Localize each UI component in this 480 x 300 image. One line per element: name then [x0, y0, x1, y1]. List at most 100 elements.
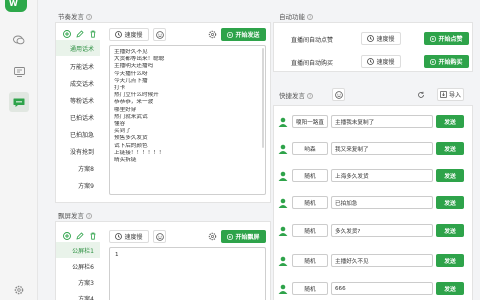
start-send-label: 开始发送 [235, 32, 260, 39]
send-button[interactable]: 发送 [436, 115, 464, 128]
clock-icon [115, 31, 123, 38]
settings-icon[interactable] [208, 30, 217, 39]
emoji-button[interactable] [153, 28, 166, 41]
script-line: 哪里好穿 [114, 106, 137, 113]
bullet-item[interactable]: 公屏栏1 [56, 242, 100, 258]
send-button[interactable]: 发送 [436, 224, 464, 237]
bullet-item[interactable]: 方案3 [56, 274, 100, 290]
bullet-textarea[interactable]: 1 [109, 247, 266, 300]
buy-speed-select[interactable]: 速度慢 [361, 55, 401, 68]
scrollbar[interactable] [262, 48, 264, 148]
category-item[interactable]: 方案9 [56, 177, 100, 193]
script-line: 热门立什么时候开 [114, 92, 159, 99]
category-item[interactable]: 没有抢到 [56, 143, 100, 159]
user-icon [278, 256, 288, 266]
monitor-icon [13, 67, 25, 77]
sidebar: W [0, 0, 38, 300]
emoji-button[interactable] [332, 88, 345, 101]
script-section-title-text: 节奏发言 [58, 13, 84, 21]
user-icon [278, 171, 288, 181]
bullet-item[interactable]: 公屏栏6 [56, 258, 100, 274]
category-item[interactable]: 已拍加急 [56, 126, 100, 142]
user-field[interactable]: 随机 [292, 254, 328, 267]
user-icon [278, 117, 288, 127]
start-bullet-label: 开始飘屏 [235, 234, 260, 241]
message-field[interactable]: 多久发货? [331, 224, 433, 237]
refresh-icon[interactable] [417, 91, 425, 99]
message-field[interactable]: 主播好久不见 [331, 254, 433, 267]
auto-buy-label: 直播间自动购买 [291, 60, 334, 67]
sidebar-item-messages[interactable] [9, 92, 29, 112]
bullet-text: 1 [115, 252, 119, 258]
bullet-section-title-text: 飘屏发言 [58, 212, 84, 220]
edit-icon[interactable] [75, 29, 85, 39]
message-field[interactable]: 666 [331, 282, 433, 295]
speed-select[interactable]: 速度慢 [109, 230, 149, 243]
message-field[interactable]: 主播我未复制了 [331, 115, 433, 128]
speed-select[interactable]: 速度慢 [109, 28, 149, 41]
sidebar-item-monitor[interactable] [9, 62, 29, 82]
category-item[interactable]: 万能话术 [56, 58, 100, 74]
start-buy-button[interactable]: 开始购买 [424, 55, 469, 68]
user-field[interactable]: 随机 [292, 196, 328, 209]
user-field[interactable]: 嗄阳一路直 [292, 115, 328, 128]
sidebar-item-chat[interactable] [9, 30, 29, 50]
start-bullet-button[interactable]: 开始飘屏 [221, 230, 266, 243]
play-icon [227, 233, 234, 240]
message-field[interactable]: 已拍加急 [331, 196, 433, 209]
quick-section-title: 快捷发言? [279, 90, 313, 100]
bullet-item[interactable]: 方案4 [56, 290, 100, 300]
app-logo-text: W [9, 0, 18, 8]
user-field[interactable]: 随机 [292, 169, 328, 182]
auto-section-title: 自动功能? [279, 11, 313, 21]
like-speed-select[interactable]: 速度慢 [361, 32, 401, 45]
help-icon: ? [86, 14, 92, 20]
play-icon [227, 31, 234, 38]
script-line: 预售多久发货 [114, 135, 148, 142]
delete-icon[interactable] [88, 29, 98, 39]
settings-icon[interactable] [208, 232, 217, 241]
script-textarea[interactable]: 主播好久不见 大货都等出来！聪聪 主播明天还播吗 今天播什么呀 今天几点下播 打… [109, 45, 266, 195]
send-button[interactable]: 发送 [436, 254, 464, 267]
script-line: 恭恭恭，来一波 [114, 99, 154, 106]
user-field[interactable]: 哟森 [292, 142, 328, 155]
category-item[interactable]: 等粉话术 [56, 92, 100, 108]
emoji-icon [155, 232, 164, 241]
send-button[interactable]: 发送 [436, 142, 464, 155]
edit-icon[interactable] [75, 231, 85, 241]
script-category-list: 通用话术 万能话术 成交话术 等粉话术 已拍话术 已拍加急 没有抢到 方案8 方… [56, 40, 102, 202]
start-send-button[interactable]: 开始发送 [221, 28, 266, 41]
category-item[interactable]: 方案8 [56, 160, 100, 176]
user-field[interactable]: 随机 [292, 224, 328, 237]
app-window: W 节奏发言? 通用话术 万能话术 成交话术 等粉话术 已拍话术 已拍加急 没有… [0, 0, 480, 300]
category-item[interactable]: 通用话术 [56, 40, 100, 56]
play-icon [430, 58, 437, 65]
message-field[interactable]: 我又来复制了 [331, 142, 433, 155]
send-button[interactable]: 发送 [436, 169, 464, 182]
speed-label: 速度慢 [124, 234, 143, 241]
send-button[interactable]: 发送 [436, 196, 464, 209]
category-item[interactable]: 成交话术 [56, 75, 100, 91]
emoji-icon [334, 90, 343, 99]
script-line: 大货都等出来！聪聪 [114, 56, 165, 63]
script-line: 懂谷 [114, 121, 126, 128]
help-icon: ? [307, 14, 313, 20]
delete-icon[interactable] [88, 231, 98, 241]
emoji-button[interactable] [153, 230, 166, 243]
gear-icon [14, 285, 24, 295]
message-field[interactable]: 上海多久发货 [331, 169, 433, 182]
category-item[interactable]: 已拍话术 [56, 109, 100, 125]
message-icon [13, 98, 25, 107]
user-icon [278, 226, 288, 236]
start-like-button[interactable]: 开始点赞 [424, 32, 469, 45]
send-button[interactable]: 发送 [436, 282, 464, 295]
add-icon[interactable] [62, 29, 72, 39]
sidebar-item-settings[interactable] [9, 283, 29, 297]
user-field[interactable]: 随机 [292, 282, 328, 295]
quick-section-title-text: 快捷发言 [279, 92, 305, 100]
import-label: 导入 [448, 92, 461, 99]
add-icon[interactable] [62, 231, 72, 241]
script-line: 今天几点下播 [114, 77, 148, 84]
import-button[interactable]: 导入 [437, 88, 464, 101]
script-line: 上链接！！！！！！ [114, 149, 165, 156]
